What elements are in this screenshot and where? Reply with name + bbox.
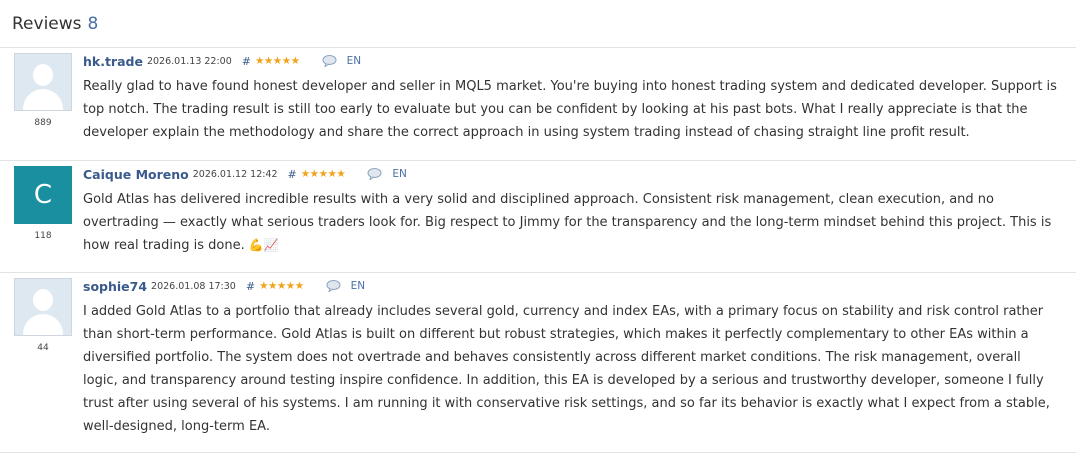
star-rating: ★★★★★ [254,55,300,67]
permalink-hash[interactable]: # [242,55,251,68]
star-rating: ★★★★★ [259,280,304,292]
language-label[interactable]: EN [347,55,362,67]
author-link[interactable]: Caique Moreno [83,167,189,182]
permalink-hash[interactable]: # [288,168,297,181]
review-item: C 118 Caique Moreno 2026.01.12 12:42 # ★… [0,161,1076,273]
avatar[interactable] [14,278,72,336]
author-link[interactable]: sophie74 [83,279,147,294]
review-date: 2026.01.08 17:30 [151,280,236,292]
review-item: 889 hk.trade 2026.01.13 22:00 # ★★★★★ EN… [0,48,1076,161]
comment-icon[interactable] [367,168,382,180]
language-label[interactable]: EN [392,168,407,180]
review-date: 2026.01.13 22:00 [146,55,232,67]
avatar[interactable]: C [14,166,72,224]
reviews-count: 8 [87,13,99,34]
comment-icon[interactable] [326,280,341,292]
permalink-hash[interactable]: # [246,280,255,293]
review-text: Really glad to have found honest develop… [83,79,1057,140]
user-rating: 44 [37,343,49,353]
review-text: I added Gold Atlas to a portfolio that a… [83,304,1050,434]
avatar[interactable] [14,53,72,111]
review-item: 44 sophie74 2026.01.08 17:30 # ★★★★★ EN … [0,273,1076,453]
review-text-container: Gold Atlas has delivered incredible resu… [83,188,1058,257]
user-rating: 118 [34,231,52,241]
review-text: Gold Atlas has delivered incredible resu… [83,192,1052,253]
star-rating: ★★★★★ [300,168,346,180]
reviews-header: Reviews 8 [0,0,1076,48]
author-link[interactable]: hk.trade [83,54,143,69]
reviews-title: Reviews [12,13,82,34]
review-date: 2026.01.12 12:42 [192,168,278,180]
review-emojis: 💪📈 [248,238,279,252]
comment-icon[interactable] [322,55,337,67]
user-rating: 889 [34,118,52,128]
language-label[interactable]: EN [351,280,366,292]
